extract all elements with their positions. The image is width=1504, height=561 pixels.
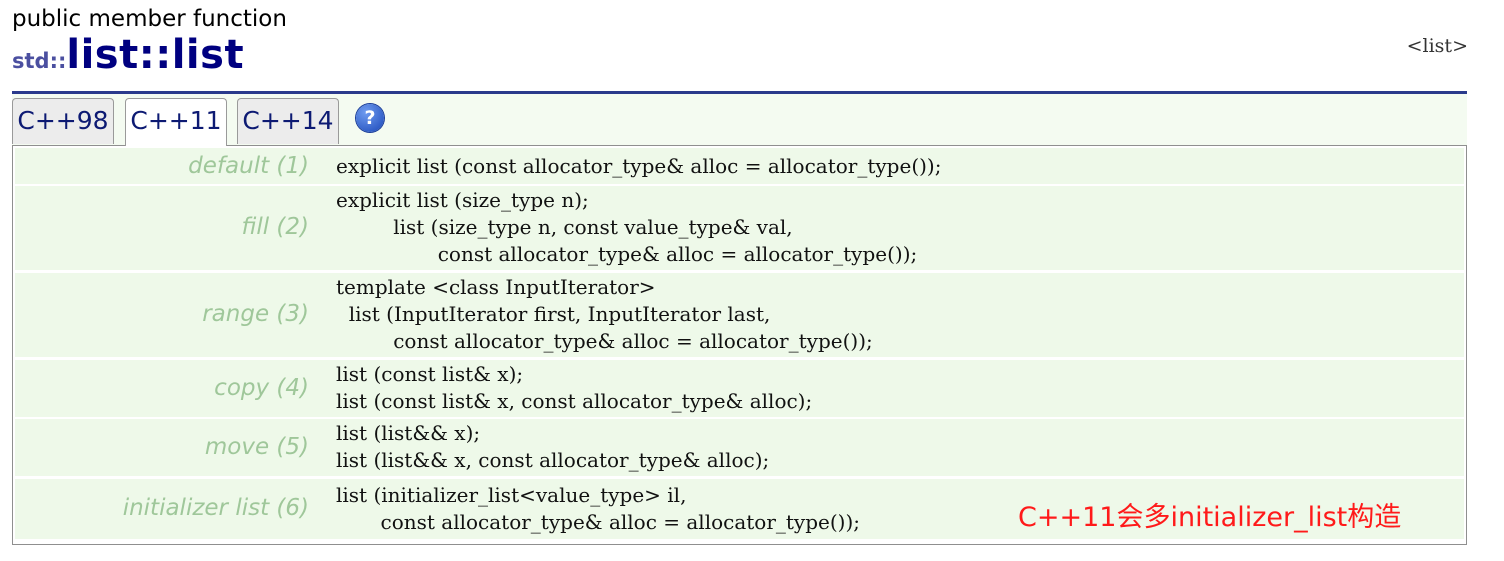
tab-cpp11[interactable]: C++11 [125,98,227,146]
signature-label: default (1) [188,153,309,179]
page-title: std:: list::list [12,32,244,78]
namespace-prefix: std:: [12,49,67,73]
red-annotation: C++11会多initializer_list构造 [1018,502,1402,533]
tab-cpp14[interactable]: C++14 [237,98,339,144]
signature-row-range: range (3) template <class InputIterator>… [15,273,1464,357]
signature-code: list (initializer_list<value_type> il, c… [336,483,861,534]
reference-page: public member function std:: list::list … [0,0,1504,561]
signature-label: fill (2) [241,214,309,240]
signature-label: range (3) [202,301,309,327]
signature-row-default: default (1) explicit list (const allocat… [15,148,1464,184]
standard-version-tabs: C++98 C++11 C++14 ? [12,94,1467,146]
signature-code: explicit list (const allocator_type& all… [336,154,942,178]
signature-row-move: move (5) list (list&& x); list (list&& x… [15,419,1464,476]
tab-cpp98[interactable]: C++98 [12,98,114,144]
signature-code: list (list&& x); list (list&& x, const a… [336,421,770,472]
signature-row-copy: copy (4) list (const list& x); list (con… [15,360,1464,417]
signature-code: explicit list (size_type n); list (size_… [336,188,918,266]
signature-label: copy (4) [214,375,309,401]
header-file-link[interactable]: <list> [1407,35,1468,57]
signature-row-fill: fill (2) explicit list (size_type n); li… [15,186,1464,270]
member-kind-label: public member function [12,6,287,32]
function-name: list::list [66,32,245,78]
signatures-panel: default (1) explicit list (const allocat… [12,145,1467,545]
signature-code: list (const list& x); list (const list& … [336,362,813,413]
signature-label: move (5) [204,434,309,460]
signature-label: initializer list (6) [122,495,309,521]
help-icon[interactable]: ? [356,104,384,132]
signature-code: template <class InputIterator> list (Inp… [336,275,873,353]
